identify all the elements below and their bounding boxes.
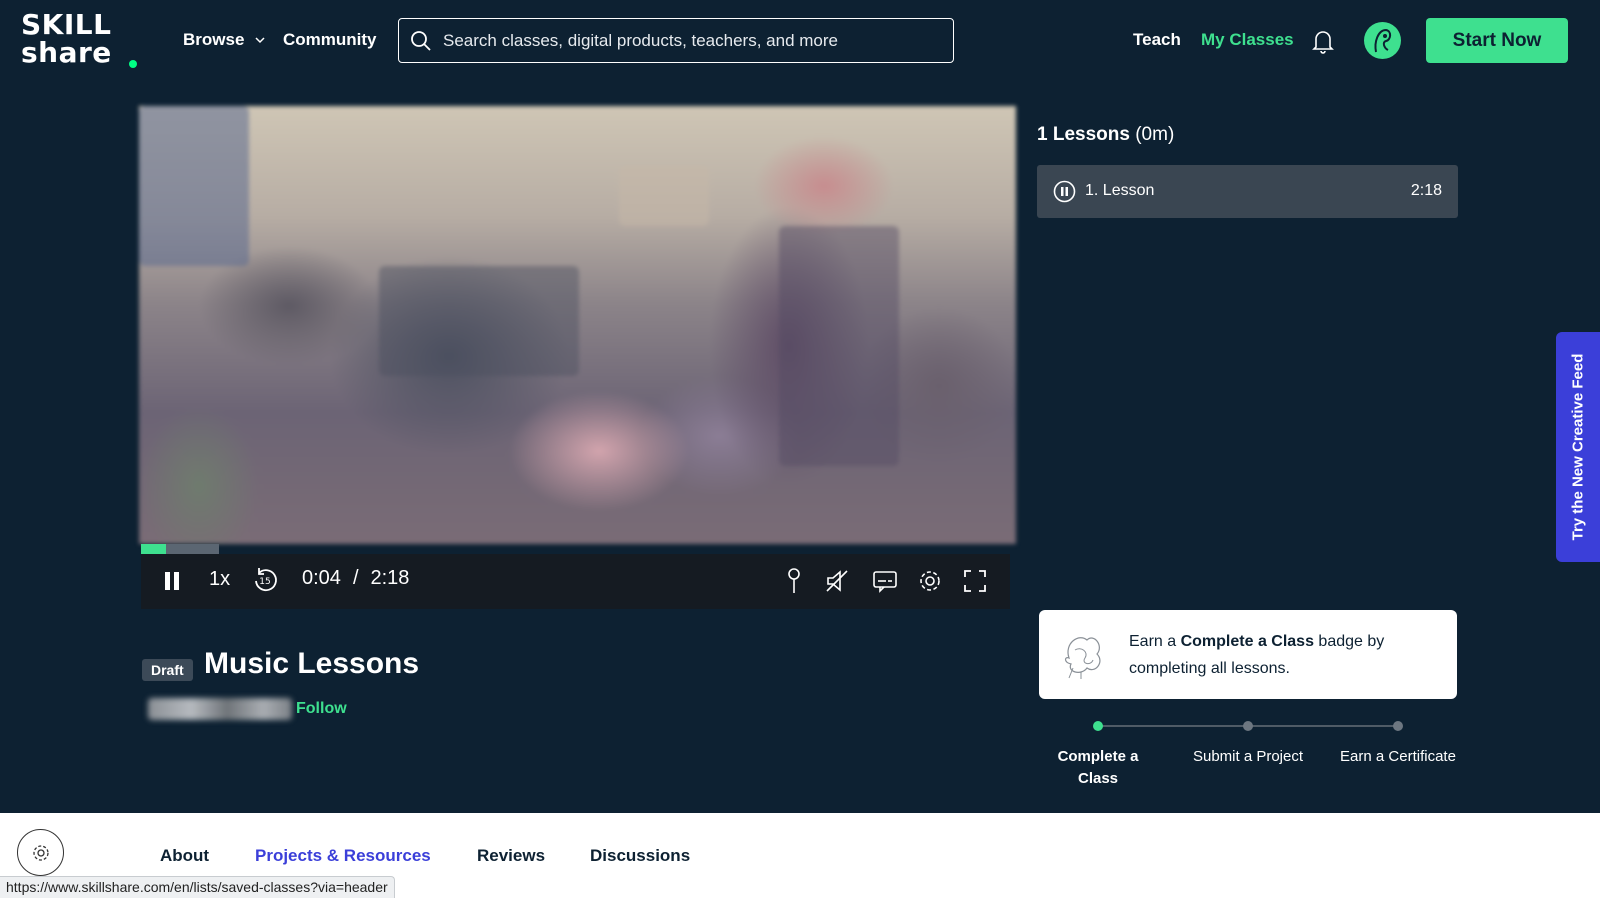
tab-about[interactable]: About xyxy=(160,846,209,866)
search-icon xyxy=(411,30,431,51)
creative-feed-tab[interactable]: Try the New Creative Feed xyxy=(1556,332,1600,562)
fullscreen-button[interactable] xyxy=(961,567,989,595)
step-dot-earn-certificate xyxy=(1393,721,1403,731)
lessons-total: (0m) xyxy=(1135,124,1175,145)
badge-text-prefix: Earn a xyxy=(1129,633,1181,650)
speaker-muted-icon xyxy=(826,570,848,592)
pin-icon xyxy=(788,568,800,593)
page-title: Music Lessons xyxy=(204,647,420,680)
video-frame-blur xyxy=(139,106,249,266)
step-dot-complete-class xyxy=(1093,721,1103,731)
gear-icon xyxy=(32,844,49,861)
badge-name: Complete a Class xyxy=(1180,633,1314,650)
logo-line2: share xyxy=(21,36,112,69)
time-display: 0:04 / 2:18 xyxy=(302,567,409,590)
logo-dot xyxy=(129,60,137,68)
community-link[interactable]: Community xyxy=(283,30,377,50)
start-now-button[interactable]: Start Now xyxy=(1426,18,1568,63)
video-frame-blur xyxy=(779,226,899,466)
video-frame-blur xyxy=(379,266,579,376)
lesson-title: 1. Lesson xyxy=(1085,182,1155,199)
follow-button[interactable]: Follow xyxy=(296,700,347,718)
playback-speed-button[interactable]: 1x xyxy=(209,568,230,591)
avatar-face-icon xyxy=(1374,28,1392,53)
step-label-earn-certificate: Earn a Certificate xyxy=(1340,748,1456,765)
mute-button[interactable] xyxy=(823,567,851,595)
settings-button[interactable] xyxy=(916,567,944,595)
lesson-duration: 2:18 xyxy=(1410,182,1442,199)
search-box[interactable] xyxy=(398,18,954,63)
preferences-button[interactable] xyxy=(17,829,64,876)
badge-card: Earn a Complete a Class badge by complet… xyxy=(1039,610,1457,699)
current-time: 0:04 xyxy=(302,567,341,589)
creative-feed-label: Try the New Creative Feed xyxy=(1569,353,1587,541)
pause-circle-icon xyxy=(1053,180,1076,203)
pause-button[interactable] xyxy=(161,569,183,593)
step-label-submit-project: Submit a Project xyxy=(1192,748,1304,765)
lessons-heading: 1 Lessons (0m) xyxy=(1037,124,1174,146)
step-label-complete-class: Complete a Class xyxy=(1057,748,1139,787)
progress-bar[interactable] xyxy=(141,544,166,554)
tab-projects-resources[interactable]: Projects & Resources xyxy=(255,846,431,866)
total-duration: 2:18 xyxy=(370,567,410,589)
video-frame-blur xyxy=(619,166,709,226)
tab-discussions[interactable]: Discussions xyxy=(590,846,690,866)
pause-icon xyxy=(165,572,179,590)
chevron-down-icon xyxy=(255,37,265,44)
add-note-button[interactable] xyxy=(783,567,805,595)
avatar[interactable] xyxy=(1364,22,1401,59)
svg-text:15: 15 xyxy=(259,577,270,587)
fullscreen-icon xyxy=(964,570,986,592)
step-dot-submit-project xyxy=(1243,721,1253,731)
search-input[interactable] xyxy=(443,30,923,51)
video-controls: 1x 15 0:04 / 2:18 xyxy=(141,554,1010,609)
tab-reviews[interactable]: Reviews xyxy=(477,846,545,866)
video-player[interactable] xyxy=(139,106,1016,544)
bell-icon[interactable] xyxy=(1311,28,1335,54)
badge-scribble-icon xyxy=(1064,637,1101,679)
time-separator: / xyxy=(352,567,359,589)
status-url: https://www.skillshare.com/en/lists/save… xyxy=(0,876,395,898)
lesson-item[interactable]: 1. Lesson 2:18 xyxy=(1037,165,1458,218)
browse-label: Browse xyxy=(183,30,245,49)
lessons-count: 1 Lessons xyxy=(1037,124,1130,145)
badge-text: Earn a Complete a Class badge by complet… xyxy=(1129,628,1439,682)
status-badge: Draft xyxy=(142,659,193,681)
browse-menu[interactable]: Browse xyxy=(183,30,266,50)
captions-icon xyxy=(873,571,897,593)
rewind-15-icon: 15 xyxy=(255,568,277,592)
my-classes-link[interactable]: My Classes xyxy=(1201,30,1294,50)
rewind-15-button[interactable]: 15 xyxy=(251,566,279,594)
top-nav: SKILL share Browse Community Teach My Cl… xyxy=(0,0,1600,84)
captions-button[interactable] xyxy=(871,567,899,595)
skillshare-logo[interactable]: SKILL share xyxy=(21,10,143,70)
teach-link[interactable]: Teach xyxy=(1133,30,1181,50)
teacher-name-blurred[interactable] xyxy=(148,698,292,720)
gear-icon xyxy=(920,571,940,591)
